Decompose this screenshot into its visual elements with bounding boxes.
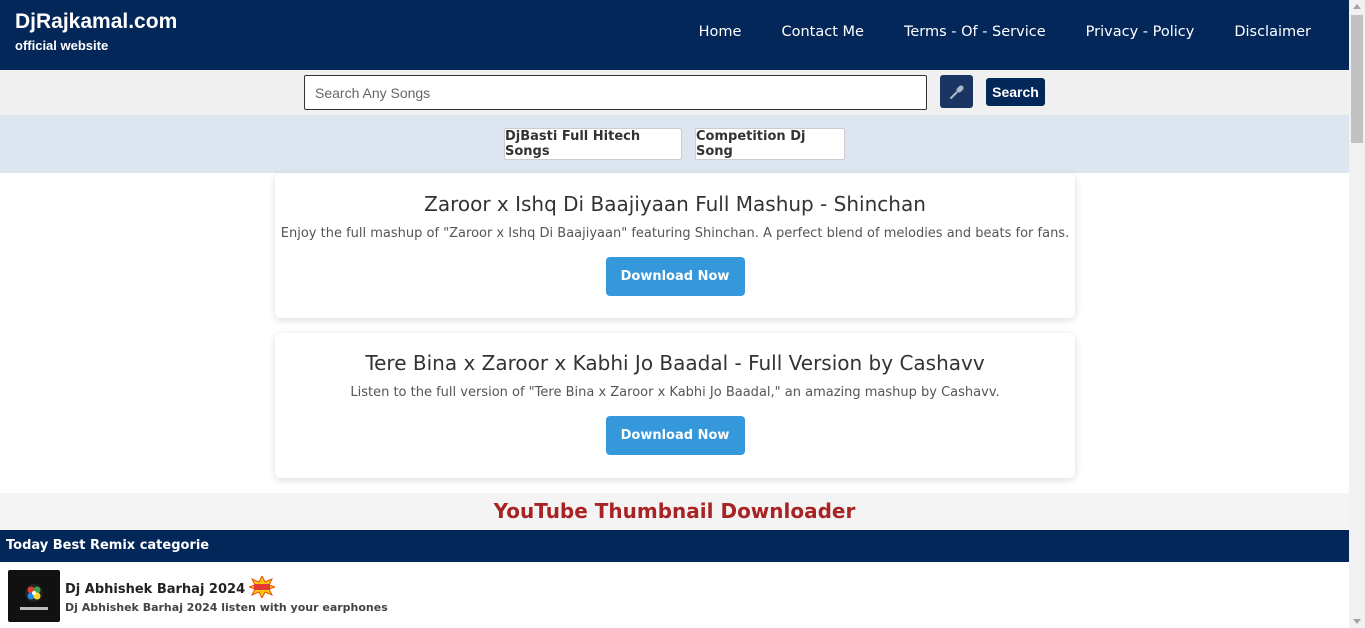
- microphone-icon: [949, 84, 964, 99]
- category-djbasti[interactable]: DjBasti Full Hitech Songs: [504, 128, 682, 160]
- remix-thumbnail: [8, 570, 60, 622]
- new-badge-icon: [247, 574, 277, 602]
- category-competition[interactable]: Competition Dj Song: [695, 128, 845, 160]
- nav-contact[interactable]: Contact Me: [781, 24, 863, 40]
- song-title: Zaroor x Ishq Di Baajiyaan Full Mashup -…: [424, 192, 926, 216]
- nav-disclaimer[interactable]: Disclaimer: [1234, 24, 1311, 40]
- youtube-thumbnail-downloader-link[interactable]: YouTube Thumbnail Downloader: [494, 499, 856, 523]
- nav-terms[interactable]: Terms - Of - Service: [904, 24, 1046, 40]
- voice-search-button[interactable]: [940, 75, 973, 108]
- page: DjRajkamal.com official website Home Con…: [0, 0, 1349, 628]
- song-description: Enjoy the full mashup of "Zaroor x Ishq …: [280, 226, 1070, 241]
- brand-title: DjRajkamal.com: [15, 10, 178, 33]
- remix-item-title-text: Dj Abhishek Barhaj 2024: [65, 581, 246, 597]
- remix-heading: Today Best Remix categorie: [0, 530, 1349, 562]
- download-button[interactable]: Download Now: [605, 416, 745, 455]
- brand-subtitle: official website: [15, 38, 109, 53]
- brand[interactable]: DjRajkamal.com official website: [15, 10, 177, 53]
- scrollbar-thumb[interactable]: [1351, 15, 1363, 143]
- song-description: Listen to the full version of "Tere Bina…: [350, 385, 1000, 400]
- scroll-up-arrow-icon[interactable]: [1353, 4, 1361, 9]
- nav-privacy[interactable]: Privacy - Policy: [1086, 24, 1195, 40]
- song-card: Zaroor x Ishq Di Baajiyaan Full Mashup -…: [275, 173, 1075, 318]
- nav-home[interactable]: Home: [699, 24, 742, 40]
- download-button[interactable]: Download Now: [605, 257, 745, 296]
- tool-band: YouTube Thumbnail Downloader: [0, 493, 1349, 530]
- remix-item-subtitle: Dj Abhishek Barhaj 2024 listen with your…: [65, 601, 388, 614]
- search-input[interactable]: [304, 75, 927, 110]
- remix-item-title: Dj Abhishek Barhaj 2024: [65, 574, 277, 602]
- scrollbar[interactable]: [1349, 0, 1365, 628]
- site-header: DjRajkamal.com official website Home Con…: [0, 0, 1349, 70]
- song-title: Tere Bina x Zaroor x Kabhi Jo Baadal - F…: [365, 351, 985, 375]
- scroll-down-arrow-icon[interactable]: [1353, 619, 1361, 624]
- search-button[interactable]: Search: [986, 78, 1045, 106]
- list-item[interactable]: Dj Abhishek Barhaj 2024 Dj Abhishek Barh…: [0, 562, 1349, 628]
- song-card: Tere Bina x Zaroor x Kabhi Jo Baadal - F…: [275, 333, 1075, 478]
- logo-thumbnail-icon: [20, 584, 48, 610]
- main-nav: Home Contact Me Terms - Of - Service Pri…: [699, 24, 1311, 40]
- category-strip: DjBasti Full Hitech Songs Competition Dj…: [0, 115, 1349, 173]
- search-bar: Search: [0, 70, 1349, 115]
